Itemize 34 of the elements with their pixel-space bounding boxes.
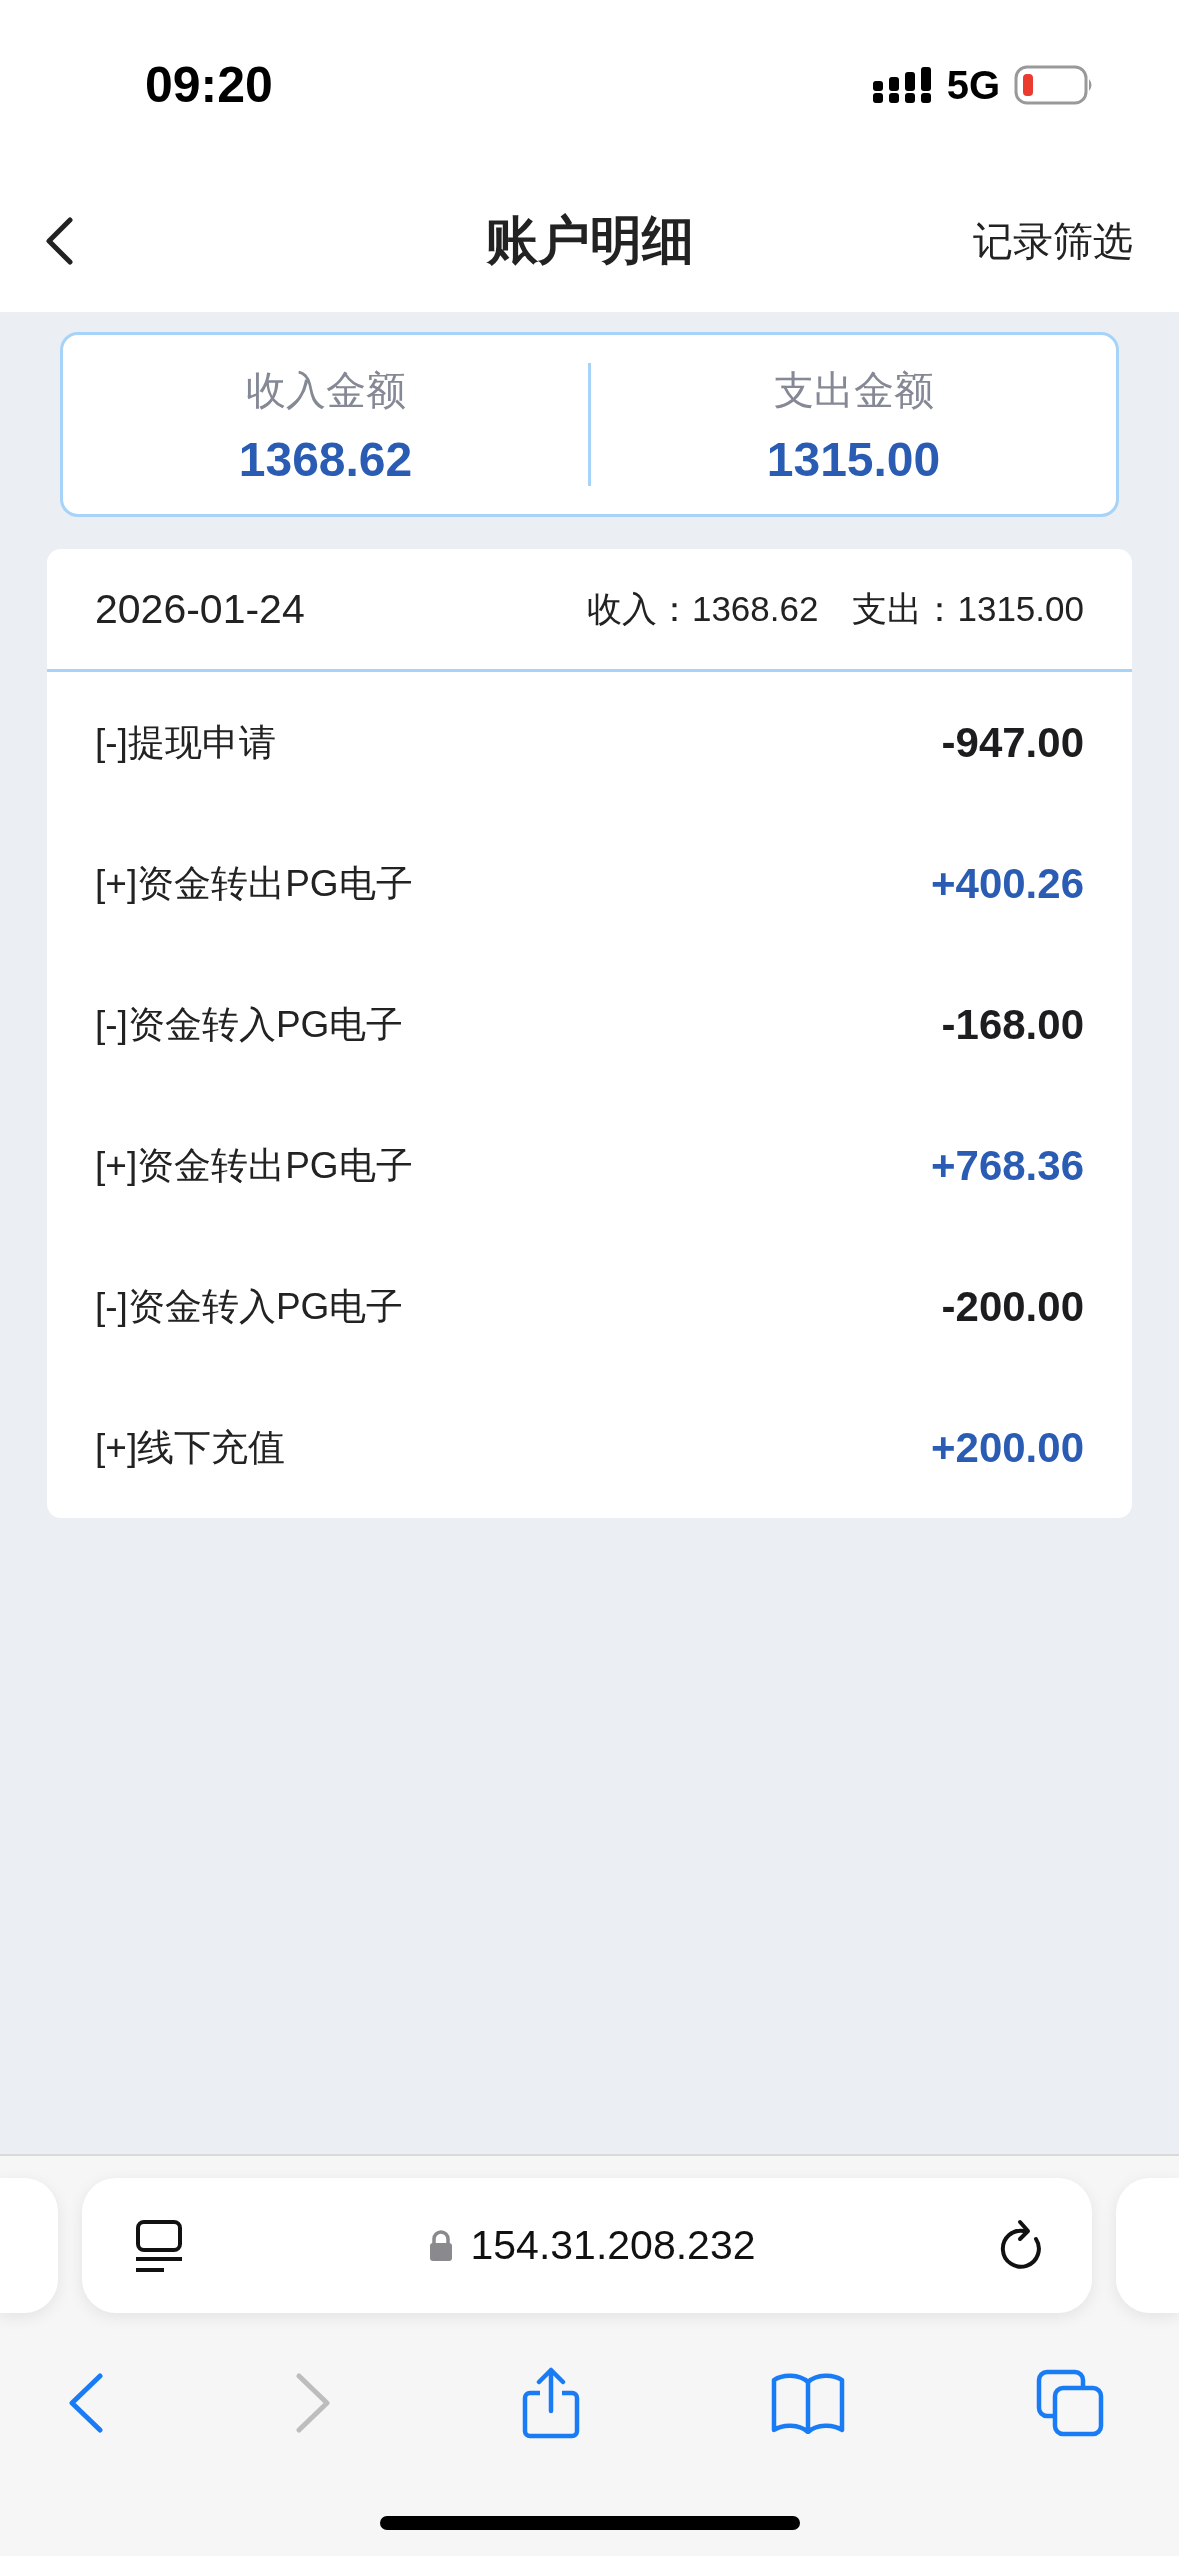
income-total: 收入：1368.62 xyxy=(586,587,819,630)
page-menu-icon xyxy=(134,2218,184,2273)
status-time: 09:20 xyxy=(145,56,273,114)
back-icon xyxy=(44,217,74,265)
transaction-label: [+]线下充值 xyxy=(95,1425,286,1470)
date-label: 2026-01-24 xyxy=(95,585,305,633)
summary-label: 支出金额 xyxy=(773,366,934,414)
transaction-label: [-]资金转入PG电子 xyxy=(95,1002,404,1047)
transaction-amount: +200.00 xyxy=(931,1423,1084,1472)
url-text: 154.31.208.232 xyxy=(470,2222,756,2269)
transaction-amount: -947.00 xyxy=(941,718,1084,767)
transaction-amount: +400.26 xyxy=(931,859,1084,908)
transaction-amount: +768.36 xyxy=(931,1141,1084,1190)
transaction-label: [+]资金转出PG电子 xyxy=(95,1143,413,1188)
transaction-label: [+]资金转出PG电子 xyxy=(95,861,413,906)
filter-button[interactable]: 记录筛选 xyxy=(973,213,1133,269)
expense-total: 支出：1315.00 xyxy=(852,587,1084,630)
signal-icon xyxy=(872,67,933,103)
transaction-label: [-]提现申请 xyxy=(95,720,276,765)
address-bar[interactable]: 154.31.208.232 xyxy=(82,2178,1092,2313)
bookmarks-icon[interactable] xyxy=(771,2372,845,2434)
transaction-amount: -200.00 xyxy=(941,1282,1084,1331)
network-label: 5G xyxy=(946,62,1000,108)
transaction-label: [-]资金转入PG电子 xyxy=(95,1284,404,1329)
summary-amount: 1315.00 xyxy=(766,431,941,487)
share-icon[interactable] xyxy=(522,2367,580,2439)
summary-label: 收入金额 xyxy=(245,366,406,414)
page-title: 账户明细 xyxy=(485,210,694,271)
transaction-amount: -168.00 xyxy=(941,1000,1084,1049)
lock-icon xyxy=(428,2229,453,2262)
tabs-icon[interactable] xyxy=(1036,2369,1104,2437)
summary-amount: 1368.62 xyxy=(238,431,413,487)
battery-icon xyxy=(1014,65,1094,105)
back-icon[interactable] xyxy=(68,2373,104,2433)
